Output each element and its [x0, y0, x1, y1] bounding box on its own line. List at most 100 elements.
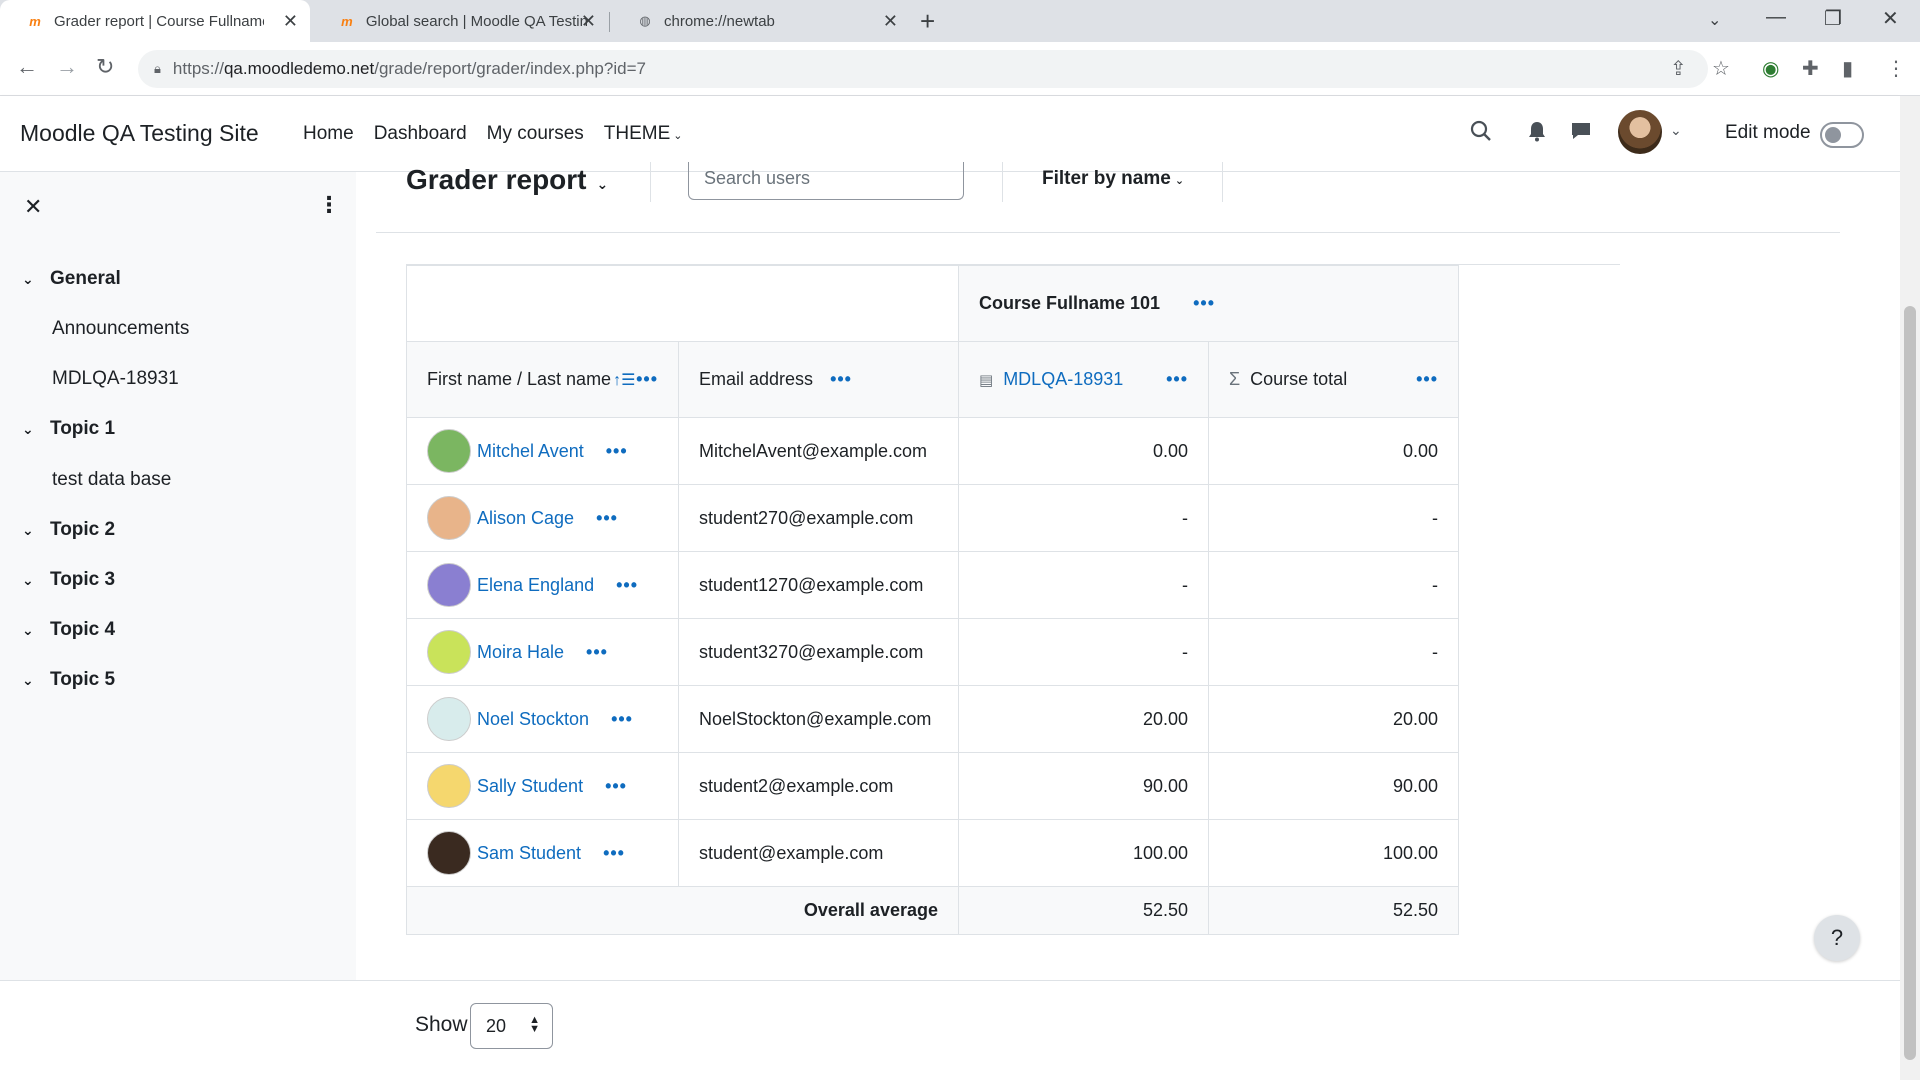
avatar[interactable] — [427, 630, 471, 674]
browser-tab-grader[interactable]: m Grader report | Course Fullname ✕ — [0, 0, 310, 42]
avatar[interactable] — [427, 496, 471, 540]
student-actions-icon[interactable]: ••• — [611, 709, 633, 730]
grade-cell[interactable]: 90.00 — [958, 752, 1209, 820]
tab-search-chevron-icon[interactable]: ⌄ — [1708, 10, 1721, 30]
chevron-down-icon[interactable]: ⌄ — [22, 421, 50, 438]
user-avatar[interactable] — [1618, 110, 1662, 154]
side-panel-icon[interactable]: ▮ — [1842, 56, 1853, 81]
chevron-down-icon[interactable]: ⌄ — [22, 271, 50, 288]
nav-home[interactable]: Home — [303, 123, 354, 145]
per-page-select[interactable]: 20 ▲ ▼ — [470, 1003, 553, 1049]
grade-item-link[interactable]: MDLQA-18931 — [1003, 369, 1123, 389]
close-icon[interactable]: ✕ — [883, 11, 898, 32]
nav-dashboard[interactable]: Dashboard — [374, 123, 467, 145]
restore-icon[interactable]: ❐ — [1824, 6, 1842, 31]
total-column-actions-icon[interactable]: ••• — [1416, 369, 1438, 390]
course-index-section-topic-4[interactable]: ⌄ Topic 4 — [22, 619, 115, 641]
course-index-section-general[interactable]: ⌄ General — [22, 268, 121, 290]
table-row: Sam Student ••• student@example.com 100.00 1… — [406, 819, 1459, 887]
window-close-icon[interactable]: ✕ — [1882, 6, 1899, 31]
filter-by-name-dropdown[interactable]: Filter by name ⌄ — [1042, 168, 1184, 190]
avatar[interactable] — [427, 764, 471, 808]
course-index-section-topic-3[interactable]: ⌄ Topic 3 — [22, 569, 115, 591]
student-name-link[interactable]: Sam Student — [477, 843, 581, 864]
avatar[interactable] — [427, 563, 471, 607]
close-drawer-icon[interactable]: ✕ — [24, 194, 42, 220]
globe-icon: ◍ — [639, 13, 651, 28]
page-title[interactable]: Grader report ⌄ — [406, 164, 608, 196]
course-index-section-topic-1[interactable]: ⌄ Topic 1 — [22, 418, 115, 440]
messages-icon[interactable] — [1570, 120, 1592, 148]
section-label: Topic 4 — [50, 619, 116, 640]
student-actions-icon[interactable]: ••• — [596, 508, 618, 529]
course-index-activity-mdlqa[interactable]: MDLQA-18931 — [52, 368, 179, 390]
col-name-label[interactable]: First name / Last name — [427, 369, 611, 389]
edit-mode-toggle[interactable] — [1820, 122, 1864, 148]
back-icon[interactable]: ← — [16, 54, 38, 80]
grade-cell[interactable]: 0.00 — [958, 417, 1209, 485]
search-users-input[interactable]: Search users — [688, 162, 964, 200]
nav-theme[interactable]: THEME ⌄ — [604, 123, 683, 145]
overall-average-label: Overall average — [406, 886, 959, 935]
col-header-total: Σ Course total ••• — [1208, 341, 1459, 418]
user-menu-chevron-icon[interactable]: ⌄ — [1670, 122, 1682, 139]
student-actions-icon[interactable]: ••• — [605, 776, 627, 797]
course-index-activity-announcements[interactable]: Announcements — [52, 318, 189, 340]
email-column-actions-icon[interactable]: ••• — [830, 369, 852, 389]
student-name-link[interactable]: Noel Stockton — [477, 709, 589, 730]
course-index-section-topic-2[interactable]: ⌄ Topic 2 — [22, 519, 115, 541]
student-name-link[interactable]: Sally Student — [477, 776, 583, 797]
student-name-link[interactable]: Mitchel Avent — [477, 441, 584, 462]
avatar[interactable] — [427, 831, 471, 875]
student-name-cell: Elena England ••• — [406, 551, 679, 619]
grade-cell[interactable]: - — [958, 484, 1209, 552]
bookmark-star-icon[interactable]: ☆ — [1712, 56, 1730, 81]
grade-cell[interactable]: 20.00 — [958, 685, 1209, 753]
extensions-puzzle-icon[interactable]: ✚ — [1802, 56, 1819, 81]
help-button[interactable]: ? — [1814, 915, 1860, 961]
url-field[interactable]: 🔒︎ https://qa.moodledemo.net/grade/repor… — [138, 50, 1708, 88]
report-selector-chevron-icon[interactable]: ⌄ — [597, 176, 609, 192]
page-scrollbar-thumb[interactable] — [1904, 306, 1916, 1060]
chevron-down-icon[interactable]: ⌄ — [22, 622, 50, 639]
course-index-section-topic-5[interactable]: ⌄ Topic 5 — [22, 669, 115, 691]
browser-menu-icon[interactable]: ⋮ — [1886, 56, 1906, 81]
reload-icon[interactable]: ↻ — [96, 54, 114, 80]
chevron-down-icon[interactable]: ⌄ — [22, 522, 50, 539]
site-name[interactable]: Moodle QA Testing Site — [20, 120, 259, 147]
minimize-icon[interactable]: — — [1766, 6, 1786, 29]
item-column-actions-icon[interactable]: ••• — [1166, 369, 1188, 390]
chevron-down-icon[interactable]: ⌄ — [22, 572, 50, 589]
student-name-link[interactable]: Moira Hale — [477, 642, 564, 663]
share-icon[interactable]: ⇪ — [1670, 56, 1687, 81]
student-name-cell: Noel Stockton ••• — [406, 685, 679, 753]
notifications-bell-icon[interactable] — [1527, 120, 1547, 148]
course-index-options-icon[interactable]: ⋮ — [318, 192, 340, 218]
grade-cell[interactable]: - — [958, 618, 1209, 686]
chevron-down-icon[interactable]: ⌄ — [22, 672, 50, 689]
search-icon[interactable] — [1470, 120, 1492, 148]
new-tab-icon[interactable]: + — [920, 6, 935, 37]
browser-tab-newtab[interactable]: ◍ chrome://newtab ✕ — [610, 0, 910, 42]
forward-icon[interactable]: → — [56, 54, 78, 80]
sort-ascending-icon[interactable]: ↑☰ — [613, 372, 635, 389]
student-name-link[interactable]: Alison Cage — [477, 508, 574, 529]
course-actions-menu-icon[interactable]: ••• — [1193, 293, 1215, 313]
student-name-cell: Sally Student ••• — [406, 752, 679, 820]
student-name-link[interactable]: Elena England — [477, 575, 594, 596]
close-icon[interactable]: ✕ — [581, 11, 596, 32]
student-actions-icon[interactable]: ••• — [603, 843, 625, 864]
extension-shield-icon[interactable]: ◉ — [1762, 56, 1779, 81]
student-actions-icon[interactable]: ••• — [586, 642, 608, 663]
browser-tab-global-search[interactable]: m Global search | Moodle QA Testin ✕ — [312, 0, 608, 42]
avatar[interactable] — [427, 697, 471, 741]
close-icon[interactable]: ✕ — [283, 11, 298, 32]
avatar[interactable] — [427, 429, 471, 473]
name-column-actions-icon[interactable]: ••• — [636, 369, 658, 390]
course-index-activity-test-data-base[interactable]: test data base — [52, 469, 171, 491]
nav-my-courses[interactable]: My courses — [487, 123, 584, 145]
grade-cell[interactable]: - — [958, 551, 1209, 619]
student-actions-icon[interactable]: ••• — [616, 575, 638, 596]
student-actions-icon[interactable]: ••• — [606, 441, 628, 462]
grade-cell[interactable]: 100.00 — [958, 819, 1209, 887]
